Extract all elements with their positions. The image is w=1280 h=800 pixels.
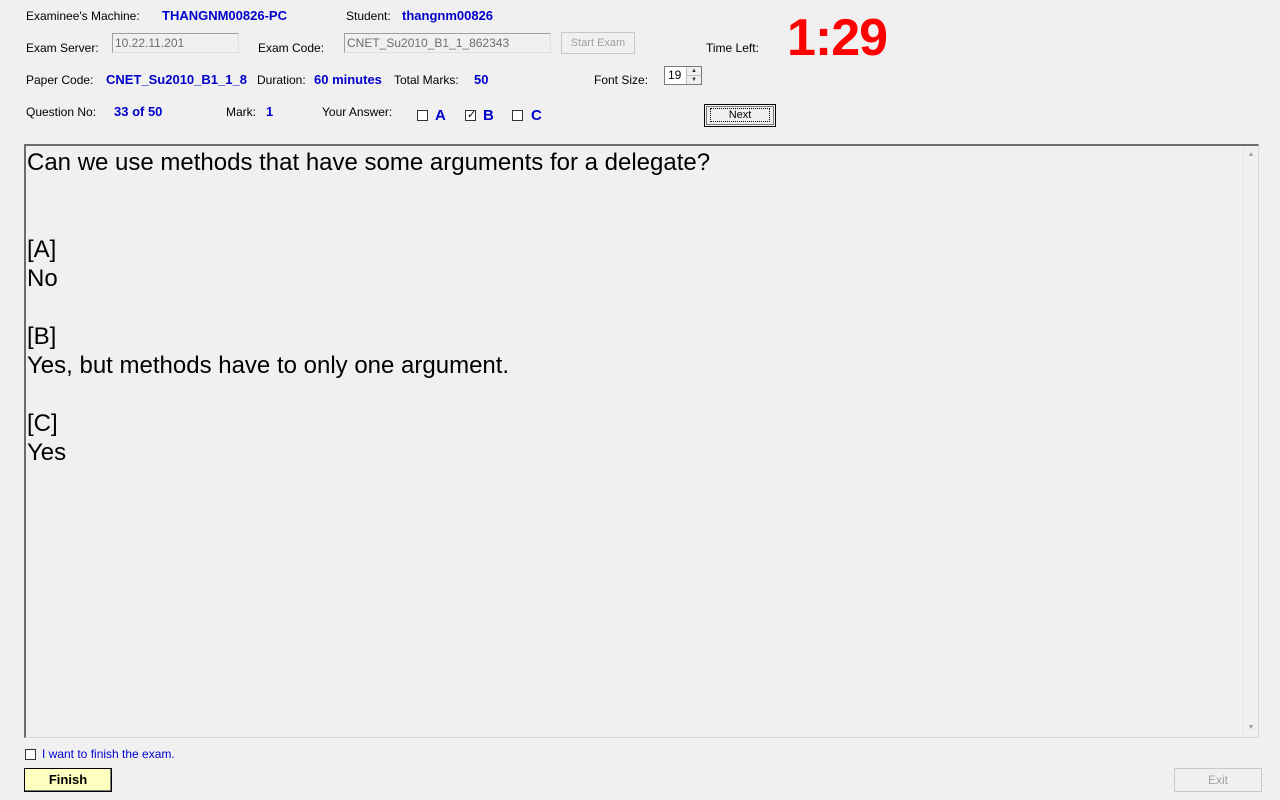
answer-b-label[interactable]: B bbox=[483, 107, 494, 124]
duration-label: Duration: bbox=[257, 73, 306, 87]
scroll-down-arrow-icon[interactable]: ▼ bbox=[1244, 721, 1258, 735]
font-size-label: Font Size: bbox=[594, 73, 649, 87]
mark-label: Mark: bbox=[226, 105, 256, 119]
finish-exam-checkbox[interactable] bbox=[25, 749, 36, 760]
answer-a-checkbox[interactable] bbox=[417, 110, 428, 121]
student-label: Student: bbox=[346, 9, 391, 23]
exam-code-field: CNET_Su2010_B1_1_862343 bbox=[344, 33, 551, 53]
exit-button[interactable]: Exit bbox=[1174, 768, 1262, 792]
question-no-label: Question No: bbox=[26, 105, 97, 119]
finish-button[interactable]: Finish bbox=[24, 768, 112, 792]
total-marks-value: 50 bbox=[474, 72, 489, 87]
next-button-label: Next bbox=[709, 108, 771, 122]
answer-c-checkbox[interactable] bbox=[512, 110, 523, 121]
machine-label: Examinee's Machine: bbox=[26, 9, 140, 23]
student-value: thangnm00826 bbox=[402, 8, 494, 23]
next-button[interactable]: Next bbox=[704, 104, 776, 127]
spin-up-arrow-icon[interactable]: ▲ bbox=[687, 67, 701, 76]
total-marks-label: Total Marks: bbox=[394, 73, 459, 87]
your-answer-label: Your Answer: bbox=[322, 105, 393, 119]
question-text: Can we use methods that have some argume… bbox=[27, 149, 711, 466]
time-left-value: 1:29 bbox=[787, 9, 888, 67]
question-scrollbar[interactable]: ▲ ▼ bbox=[1243, 146, 1258, 737]
mark-value: 1 bbox=[266, 104, 274, 119]
spin-down-arrow-icon[interactable]: ▼ bbox=[687, 76, 701, 84]
start-exam-button[interactable]: Start Exam bbox=[561, 32, 635, 54]
answer-b-checkbox[interactable]: ✓ bbox=[465, 109, 477, 121]
answer-a-label[interactable]: A bbox=[435, 107, 446, 124]
exam-code-label: Exam Code: bbox=[258, 41, 325, 55]
answer-c-label[interactable]: C bbox=[531, 107, 542, 124]
duration-value: 60 minutes bbox=[314, 72, 382, 87]
font-size-value: 19 bbox=[668, 68, 682, 82]
question-text-area[interactable]: Can we use methods that have some argume… bbox=[24, 144, 1259, 738]
font-size-spin-buttons: ▲ ▼ bbox=[686, 67, 701, 84]
paper-code-label: Paper Code: bbox=[26, 73, 94, 87]
exam-server-label: Exam Server: bbox=[26, 41, 99, 55]
scroll-up-arrow-icon[interactable]: ▲ bbox=[1244, 148, 1258, 162]
time-left-label: Time Left: bbox=[706, 41, 759, 55]
paper-code-value: CNET_Su2010_B1_1_8 bbox=[106, 72, 247, 87]
exam-server-field: 10.22.11.201 bbox=[112, 33, 239, 53]
finish-exam-checkbox-label[interactable]: I want to finish the exam. bbox=[42, 747, 175, 761]
question-no-value: 33 of 50 bbox=[114, 104, 163, 119]
checkmark-icon: ✓ bbox=[467, 109, 477, 121]
machine-value: THANGNM00826-PC bbox=[162, 8, 287, 23]
font-size-stepper[interactable]: 19 ▲ ▼ bbox=[664, 66, 702, 85]
